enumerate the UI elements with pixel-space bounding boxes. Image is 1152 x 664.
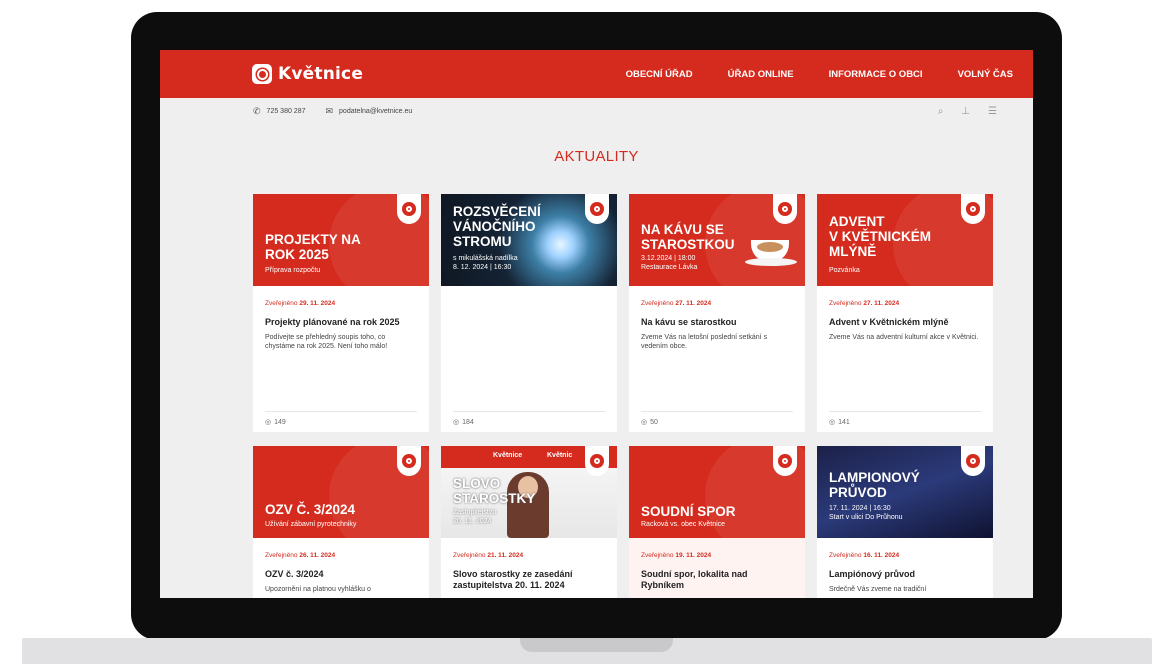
phone-link[interactable]: ✆ 725 380 287 — [253, 106, 305, 117]
main-menu: OBECNÍ ÚŘAD ÚŘAD ONLINE INFORMACE O OBCI… — [591, 69, 1013, 80]
card-date: Zveřejněno 29. 11. 2024 — [265, 300, 336, 307]
card-excerpt: Zveme Vás na letošní poslední setkání s … — [641, 334, 768, 350]
news-card[interactable]: LAMPIONOVÝ PRŮVOD 17. 11. 2024 | 16:30 S… — [817, 446, 993, 598]
flower-badge-icon — [961, 446, 985, 476]
scene: Květnice OBECNÍ ÚŘAD ÚŘAD ONLINE INFORMA… — [0, 0, 1152, 664]
email-address: podatelna@kvetnice.eu — [339, 107, 413, 115]
phone-icon: ✆ — [253, 105, 261, 116]
card-image: Květnice Květnic SLOVO STAROSTKY Zastupi… — [441, 446, 617, 538]
card-image: SOUDNÍ SPOR Racková vs. obec Květnice — [629, 446, 805, 538]
eye-icon: ◎ — [641, 419, 648, 426]
menu-item-obecni-urad[interactable]: OBECNÍ ÚŘAD — [626, 69, 693, 80]
card-title[interactable]: Projekty plánované na rok 2025 — [265, 317, 417, 328]
section-title: AKTUALITY — [554, 148, 639, 165]
email-link[interactable]: ✉ podatelna@kvetnice.eu — [325, 106, 412, 117]
eye-icon: ◎ — [829, 419, 836, 426]
card-date: Zveřejněno 21. 11. 2024 — [453, 552, 524, 559]
card-image-title: OZV č. 3/2024 — [265, 502, 356, 517]
coffee-cup-icon — [745, 240, 797, 266]
card-title[interactable]: OZV č. 3/2024 — [265, 569, 417, 580]
search-icon[interactable]: ⌕ — [938, 106, 944, 117]
card-image: ROZSVĚCENÍ VÁNOČNÍHO STROMU s mikulášská… — [441, 194, 617, 286]
card-image-title: ROZSVĚCENÍ VÁNOČNÍHO STROMU — [453, 204, 541, 249]
card-image-subtitle: 17. 11. 2024 | 16:30 Start v ulici Do Pr… — [829, 505, 903, 521]
card-footer: ◎ 50 — [641, 411, 793, 426]
card-image: LAMPIONOVÝ PRŮVOD 17. 11. 2024 | 16:30 S… — [817, 446, 993, 538]
news-card[interactable]: Květnice Květnic SLOVO STAROSTKY Zastupi… — [441, 446, 617, 598]
news-card[interactable]: ROZSVĚCENÍ VÁNOČNÍHO STROMU s mikulášská… — [441, 194, 617, 432]
card-excerpt: Upozornění na platnou vyhlášku o — [265, 586, 371, 593]
card-date: Zveřejněno 19. 11. 2024 — [641, 552, 712, 559]
view-count: 50 — [650, 418, 658, 426]
card-image-title: ADVENT V KVĚTNICKÉM MLÝNĚ — [829, 214, 932, 259]
card-image: PROJEKTY NA ROK 2025 Příprava rozpočtu — [253, 194, 429, 286]
contact-bar: ✆ 725 380 287 ✉ podatelna@kvetnice.eu ⌕ … — [160, 98, 1033, 124]
card-image: NA KÁVU SE STAROSTKOU 3.12.2024 | 18:00 … — [629, 194, 805, 286]
card-image-subtitle: Zastupitelstvo 20. 11. 2024 — [453, 509, 497, 525]
view-count: 141 — [838, 418, 850, 426]
menu-item-informace[interactable]: INFORMACE O OBCI — [829, 69, 923, 80]
flower-badge-icon — [397, 446, 421, 476]
card-title[interactable]: Soudní spor, lokalita nad Rybníkem — [641, 569, 793, 591]
menu-item-urad-online[interactable]: ÚŘAD ONLINE — [728, 69, 794, 80]
flower-logo-icon — [252, 64, 272, 84]
card-image-title: NA KÁVU SE STAROSTKOU — [641, 222, 735, 252]
eye-icon: ◎ — [453, 419, 460, 426]
phone-number: 725 380 287 — [266, 107, 306, 115]
card-image-subtitle: Pozvánka — [829, 267, 860, 274]
flower-badge-icon — [773, 194, 797, 224]
view-count: 184 — [462, 418, 474, 426]
card-image-subtitle: Příprava rozpočtu — [265, 267, 321, 274]
news-card[interactable]: ADVENT V KVĚTNICKÉM MLÝNĚ Pozvánka Zveře… — [817, 194, 993, 432]
website-screen: Květnice OBECNÍ ÚŘAD ÚŘAD ONLINE INFORMA… — [160, 50, 1033, 598]
card-footer: ◎ 184 — [453, 411, 605, 426]
card-title[interactable]: Na kávu se starostkou — [641, 317, 793, 328]
flower-badge-icon — [961, 194, 985, 224]
card-image-title: SOUDNÍ SPOR — [641, 504, 736, 519]
card-date: Zveřejněno 27. 11. 2024 — [829, 300, 900, 307]
news-card[interactable]: OZV č. 3/2024 Užívání zábavní pyrotechni… — [253, 446, 429, 598]
card-excerpt: Zveme Vás na adventní kulturní akce v Kv… — [829, 334, 979, 341]
list-icon[interactable]: ☰ — [988, 106, 997, 117]
card-footer: ◎ 141 — [829, 411, 981, 426]
card-date: Zveřejněno 27. 11. 2024 — [641, 300, 712, 307]
card-image: OZV č. 3/2024 Užívání zábavní pyrotechni… — [253, 446, 429, 538]
news-grid: PROJEKTY NA ROK 2025 Příprava rozpočtu Z… — [253, 194, 1003, 598]
flower-badge-icon — [773, 446, 797, 476]
menu-item-volny-cas[interactable]: VOLNÝ ČAS — [958, 69, 1013, 80]
office-sign-label: Květnic — [547, 452, 573, 459]
laptop-notch — [520, 638, 673, 652]
card-date: Zveřejněno 26. 11. 2024 — [265, 552, 336, 559]
card-image-title: PROJEKTY NA ROK 2025 — [265, 232, 361, 262]
card-excerpt: Podívejte se přehledný soupis toho, co c… — [265, 334, 388, 350]
toolbar: ⌕ ⊥ ☰ — [938, 106, 997, 117]
eye-icon: ◎ — [265, 419, 272, 426]
card-date: Zveřejněno 16. 11. 2024 — [829, 552, 900, 559]
flower-badge-icon — [397, 194, 421, 224]
news-card[interactable]: SOUDNÍ SPOR Racková vs. obec Květnice Zv… — [629, 446, 805, 598]
card-title[interactable]: Advent v Květnickém mlýně — [829, 317, 981, 328]
card-image-subtitle: Užívání zábavní pyrotechniky — [265, 521, 357, 528]
card-image-subtitle: 3.12.2024 | 18:00 Restaurace Lávka — [641, 255, 698, 271]
flower-badge-icon — [585, 194, 609, 224]
site-logo[interactable]: Květnice — [252, 64, 363, 84]
card-title[interactable]: Lampiónový průvod — [829, 569, 981, 580]
sitemap-icon[interactable]: ⊥ — [961, 106, 970, 117]
card-excerpt: Srdečně Vás zveme na tradiční — [829, 586, 927, 593]
news-card[interactable]: PROJEKTY NA ROK 2025 Příprava rozpočtu Z… — [253, 194, 429, 432]
top-navbar: Květnice OBECNÍ ÚŘAD ÚŘAD ONLINE INFORMA… — [160, 50, 1033, 98]
card-image-subtitle: Racková vs. obec Květnice — [641, 521, 726, 528]
office-sign-label: Květnice — [493, 452, 523, 459]
card-image-subtitle: s mikulášská nadílka 8. 12. 2024 | 16:30 — [453, 255, 518, 271]
card-footer: ◎ 149 — [265, 411, 417, 426]
site-name: Květnice — [278, 64, 364, 84]
card-image-title: SLOVO STAROSTKY — [453, 476, 536, 506]
flower-badge-icon — [585, 446, 609, 476]
card-image-title: LAMPIONOVÝ PRŮVOD — [829, 470, 920, 500]
card-title[interactable]: Slovo starostky ze zasedání zastupitelst… — [453, 569, 605, 591]
view-count: 149 — [274, 418, 286, 426]
news-card[interactable]: NA KÁVU SE STAROSTKOU 3.12.2024 | 18:00 … — [629, 194, 805, 432]
mail-icon: ✉ — [325, 105, 334, 116]
card-image: ADVENT V KVĚTNICKÉM MLÝNĚ Pozvánka — [817, 194, 993, 286]
